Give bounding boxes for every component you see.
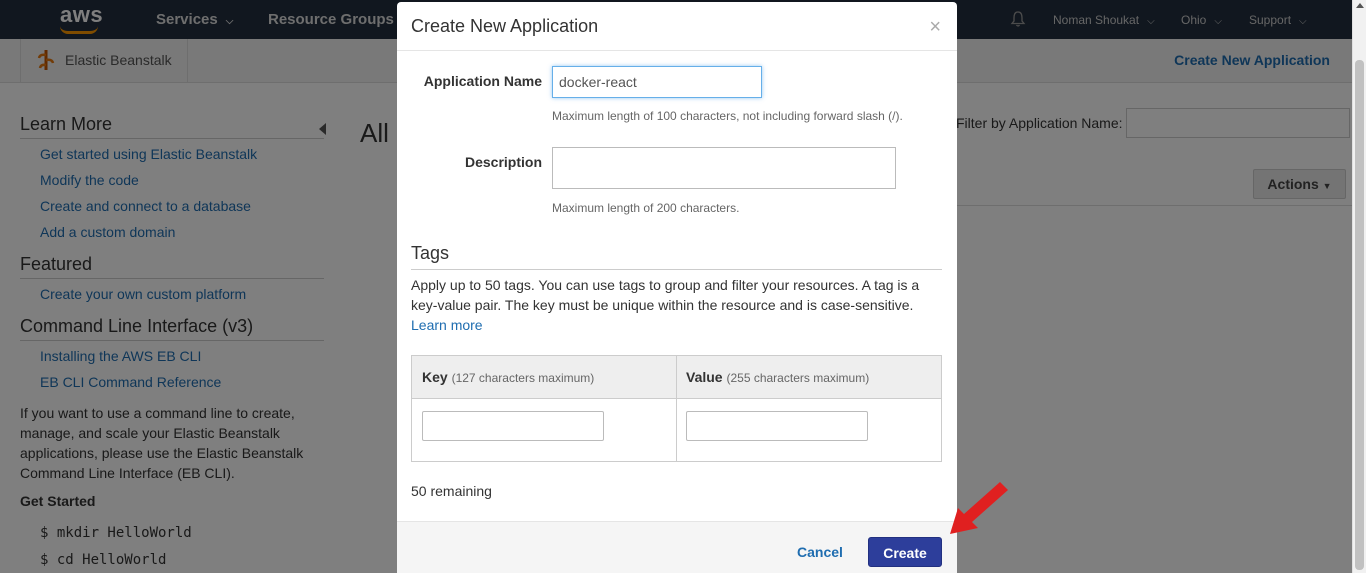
close-icon[interactable]: × xyxy=(929,17,941,37)
create-button[interactable]: Create xyxy=(868,537,942,567)
scroll-up-icon[interactable] xyxy=(1356,3,1364,8)
description-input[interactable] xyxy=(552,147,896,189)
dialog-header: Create New Application × xyxy=(397,2,957,51)
scroll-thumb[interactable] xyxy=(1355,60,1364,570)
tag-key-input[interactable] xyxy=(422,411,604,441)
value-column-header: Value (255 characters maximum) xyxy=(686,369,870,385)
create-application-dialog: Create New Application × Application Nam… xyxy=(397,2,957,573)
tags-description: Apply up to 50 tags. You can use tags to… xyxy=(411,275,942,335)
tags-description-text: Apply up to 50 tags. You can use tags to… xyxy=(411,277,920,313)
dialog-title: Create New Application xyxy=(411,16,599,36)
application-name-label: Application Name xyxy=(423,73,542,89)
tag-value-input[interactable] xyxy=(686,411,868,441)
cancel-button[interactable]: Cancel xyxy=(797,544,843,560)
page-scrollbar[interactable] xyxy=(1352,0,1366,573)
dialog-footer: Cancel Create xyxy=(397,521,957,573)
tags-learn-more-link[interactable]: Learn more xyxy=(411,317,483,333)
key-column-header: Key (127 characters maximum) xyxy=(422,369,595,385)
annotation-arrow-icon xyxy=(950,482,1008,534)
application-name-help: Maximum length of 100 characters, not in… xyxy=(552,109,903,123)
tags-heading: Tags xyxy=(411,243,450,263)
description-help: Maximum length of 200 characters. xyxy=(552,201,740,215)
tags-table: Key (127 characters maximum) Value (255 … xyxy=(411,355,942,462)
column-divider xyxy=(676,356,677,461)
divider xyxy=(411,269,942,270)
tags-remaining: 50 remaining xyxy=(411,483,492,499)
application-name-input[interactable] xyxy=(552,66,762,98)
description-label: Description xyxy=(464,154,542,170)
